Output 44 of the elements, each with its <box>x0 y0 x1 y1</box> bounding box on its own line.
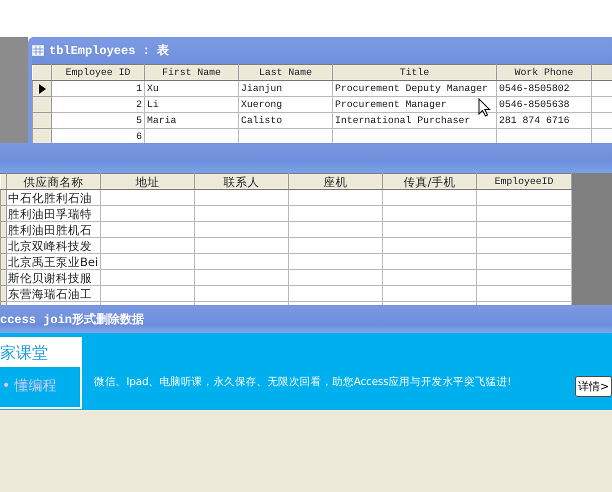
table-cell: Procurement Manager <box>335 98 447 110</box>
column-header: 地址 <box>100 174 194 190</box>
column-header: Last Name <box>238 64 332 80</box>
mouse-pointer-icon <box>478 98 491 117</box>
table-cell: Li <box>147 98 159 110</box>
column-header: 供应商名称 <box>6 174 100 190</box>
table-cell: Xuerong <box>241 98 282 110</box>
table-icon <box>32 45 44 56</box>
column-header: EmployeeID <box>476 174 572 190</box>
brand-text: 家课堂 <box>0 342 49 364</box>
table-cell: 0546-8505802 <box>499 82 570 94</box>
table-cell: 北京禹王泵业Bei <box>8 254 98 268</box>
promo-text: 微信、Ipad、电脑听课，永久保存、无限次回看，助您Access应用与开发水平突飞猛进! <box>94 374 512 390</box>
table-cell: 斯伦贝谢科技服 <box>8 270 92 284</box>
record-pointer-icon <box>38 84 46 94</box>
table-cell: 0546-8505638 <box>499 98 570 110</box>
table-cell: 胜利油田孚瑞特 <box>8 206 92 220</box>
table-cell: Maria <box>147 114 176 126</box>
tagline-text: • 懂编程 <box>0 366 80 406</box>
table-cell: 中石化胜利石油 <box>8 190 92 204</box>
record-selector[interactable] <box>32 80 52 96</box>
column-header: 座机 <box>288 174 382 190</box>
table-cell: 1 <box>136 82 142 94</box>
table-cell: Procurement Deputy Manager <box>335 82 488 94</box>
table-cell: International Purchaser <box>335 114 470 126</box>
details-button[interactable]: 详情> <box>575 376 612 397</box>
table-cell: 2 <box>136 98 142 110</box>
table-cell: 5 <box>136 114 142 126</box>
table-cell: Xu <box>147 82 159 94</box>
table-cell: 东营海瑞石油工 <box>8 286 92 300</box>
column-header: 传真/手机 <box>382 174 476 190</box>
window-title: tblEmployees : 表 <box>49 42 170 59</box>
column-header: Employee ID <box>52 64 144 80</box>
table-cell: Jianjun <box>241 82 282 94</box>
column-header: Title <box>332 64 496 80</box>
table-cell: Calisto <box>241 114 282 126</box>
table-cell: 胜利油田胜机石 <box>8 222 92 236</box>
table-cell: 6 <box>136 130 142 142</box>
column-header: First Name <box>144 64 238 80</box>
window-title: ccess join形式删除数据 <box>0 312 144 328</box>
column-header: 联系人 <box>194 174 288 190</box>
table-cell: 北京双峰科技发 <box>8 238 92 252</box>
table-cell: 281 874 6716 <box>499 114 570 126</box>
column-header: Work Phone <box>496 64 592 80</box>
